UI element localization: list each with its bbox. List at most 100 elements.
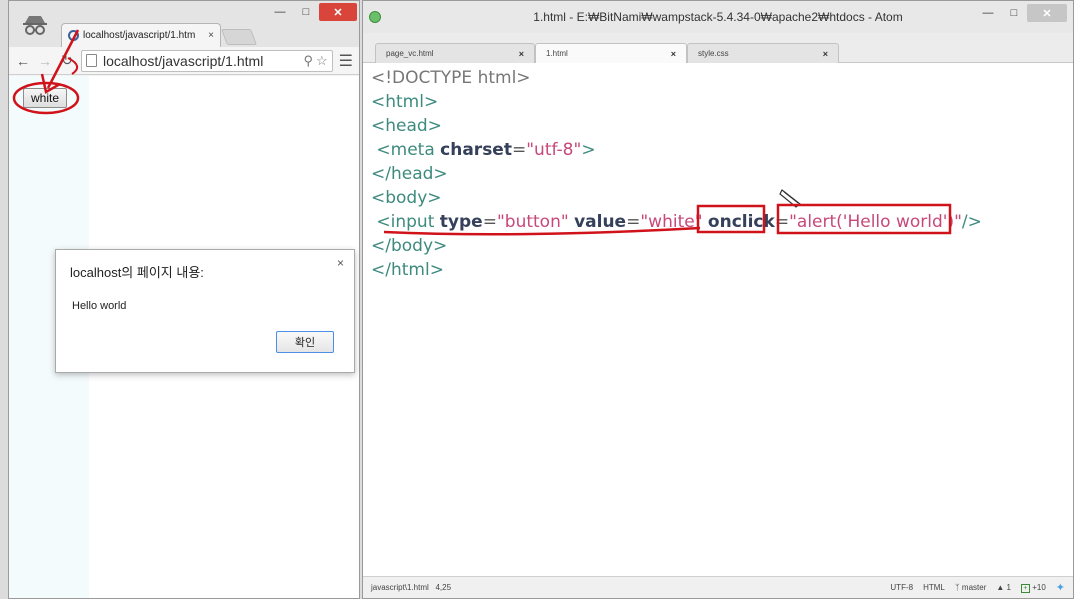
tab-close-icon[interactable]: × [519,49,524,59]
alert-dialog: localhost의 페이지 내용: × Hello world 확인 [55,249,355,373]
chrome-window-controls: — □ ✕ [267,3,357,21]
pencil-cursor-icon [779,189,801,208]
atom-window: 1.html - E:₩BitNami₩wampstack-5.4.34-0₩a… [362,0,1074,599]
menu-icon[interactable]: ☰ [339,51,353,71]
code-line-8: </body> [371,236,447,256]
atom-minimize-button[interactable]: — [975,4,1001,22]
punct-token: = [774,212,790,232]
tab-label: style.css [698,49,729,58]
url-text: localhost/javascript/1.html [103,53,300,69]
dialog-ok-button[interactable]: 확인 [276,331,334,353]
reload-icon[interactable]: ↻ [59,52,75,69]
star-icon[interactable]: ☆ [316,53,328,69]
tag-token: /> [961,212,982,232]
zoom-icon[interactable]: ⚲ [303,53,313,69]
code-line-6: <body> [371,188,442,208]
attr-token: type [439,212,483,232]
tab-label: 1.html [546,49,568,58]
tab-close-icon[interactable]: × [208,30,214,41]
status-encoding[interactable]: UTF-8 [890,583,913,592]
diff-added-icon: + [1020,583,1030,593]
white-button[interactable]: white [23,88,67,108]
chrome-titlebar: localhost/javascript/1.htm × — □ ✕ [9,1,359,47]
loading-icon [68,30,79,41]
doctype-token: <!DOCTYPE html> [371,68,531,88]
incognito-icon [23,16,47,35]
code-line-7: <input type="button" value="white" oncli… [371,212,982,232]
git-branch-icon: ᛉ [954,583,960,592]
atom-close-button[interactable]: ✕ [1027,4,1067,22]
maximize-button[interactable]: □ [293,3,319,21]
dialog-close-icon[interactable]: × [337,256,344,270]
string-token: "utf-8" [526,140,582,160]
code-line-5: </head> [371,164,448,184]
atom-maximize-button[interactable]: □ [1001,4,1027,22]
tag-token: </head> [371,164,448,184]
status-left: javascript\1.html 4,25 [371,583,890,592]
attr-token: value [574,212,627,232]
code-line-4: <meta charset="utf-8"> [371,140,596,160]
atom-window-title: 1.html - E:₩BitNami₩wampstack-5.4.34-0₩a… [533,10,903,24]
url-host: localhost [103,52,159,69]
dialog-message: Hello world [72,300,127,312]
code-line-1: <!DOCTYPE html> [371,68,531,88]
tag-token: <html> [371,92,439,112]
atom-titlebar: 1.html - E:₩BitNami₩wampstack-5.4.34-0₩a… [363,1,1073,33]
punct-token: = [482,212,497,232]
tab-page-vc[interactable]: page_vc.html × [375,43,535,63]
ahead-info: ▲ 1 [996,583,1011,592]
status-file-path[interactable]: javascript\1.html [371,583,429,592]
tab-1-html[interactable]: 1.html × [535,43,687,63]
changes-info: + +10 [1020,582,1046,593]
page-icon [86,54,97,67]
attr-token: charset [440,140,512,160]
editor-tab-bar: page_vc.html × 1.html × style.css × [363,33,1073,63]
forward-icon[interactable]: → [37,53,53,69]
feedback-bird-icon[interactable]: ✦ [1056,581,1065,594]
tag-token: <head> [371,116,442,136]
code-line-3: <head> [371,116,442,136]
string-token: "white" [640,212,703,232]
status-ahead: 1 [1006,583,1011,592]
new-tab-button[interactable] [221,29,257,45]
atom-window-controls: — □ ✕ [975,4,1067,22]
code-editor[interactable]: <!DOCTYPE html> <html> <head> <meta char… [363,64,1073,576]
desktop: localhost/javascript/1.htm × — □ ✕ ← → ↻… [0,0,1074,599]
back-icon[interactable]: ← [15,53,31,69]
browser-tab[interactable]: localhost/javascript/1.htm × [61,23,221,47]
string-token: "button" [496,212,569,232]
status-branch: master [961,583,987,592]
punct-token: = [626,212,641,232]
tag-token: > [581,140,596,160]
tag-token: <input [371,212,440,232]
tab-style-css[interactable]: style.css × [687,43,839,63]
dialog-title: localhost의 페이지 내용: [70,265,204,280]
branch-info[interactable]: ᛉ master [955,583,987,592]
status-cursor-position[interactable]: 4,25 [435,583,451,592]
code-line-2: <html> [371,92,438,112]
status-bar: javascript\1.html 4,25 UTF-8 HTML ᛉ mast… [363,576,1073,598]
tag-token: </html> [371,260,444,280]
status-grammar[interactable]: HTML [923,583,945,592]
address-bar[interactable]: localhost/javascript/1.html ⚲ ☆ [81,49,333,72]
punct-token: = [511,140,527,160]
close-window-button[interactable]: ✕ [319,3,357,21]
tag-token: <meta [371,140,441,160]
status-changes: +10 [1032,582,1046,592]
string-token: " [954,212,962,232]
tab-title: localhost/javascript/1.htm [83,30,196,41]
code-line-9: </html> [371,260,444,280]
url-path: /javascript/1.html [158,52,264,69]
tab-close-icon[interactable]: × [671,49,676,59]
chrome-toolbar: ← → ↻ localhost/javascript/1.html ⚲ ☆ ☰ [9,47,359,75]
tab-close-icon[interactable]: × [823,49,828,59]
tag-token: <body> [371,188,442,208]
string-token: " [789,212,797,232]
status-right: UTF-8 HTML ᛉ master ▲ 1 + +10 ✦ [890,581,1065,594]
alert-string-token: alert('Hello world') [796,212,955,232]
tag-token: </body> [371,236,448,256]
minimize-button[interactable]: — [267,3,293,21]
tab-label: page_vc.html [386,49,434,58]
onclick-attr-token: onclick [707,212,775,232]
arrow-up-icon: ▲ [996,583,1005,592]
